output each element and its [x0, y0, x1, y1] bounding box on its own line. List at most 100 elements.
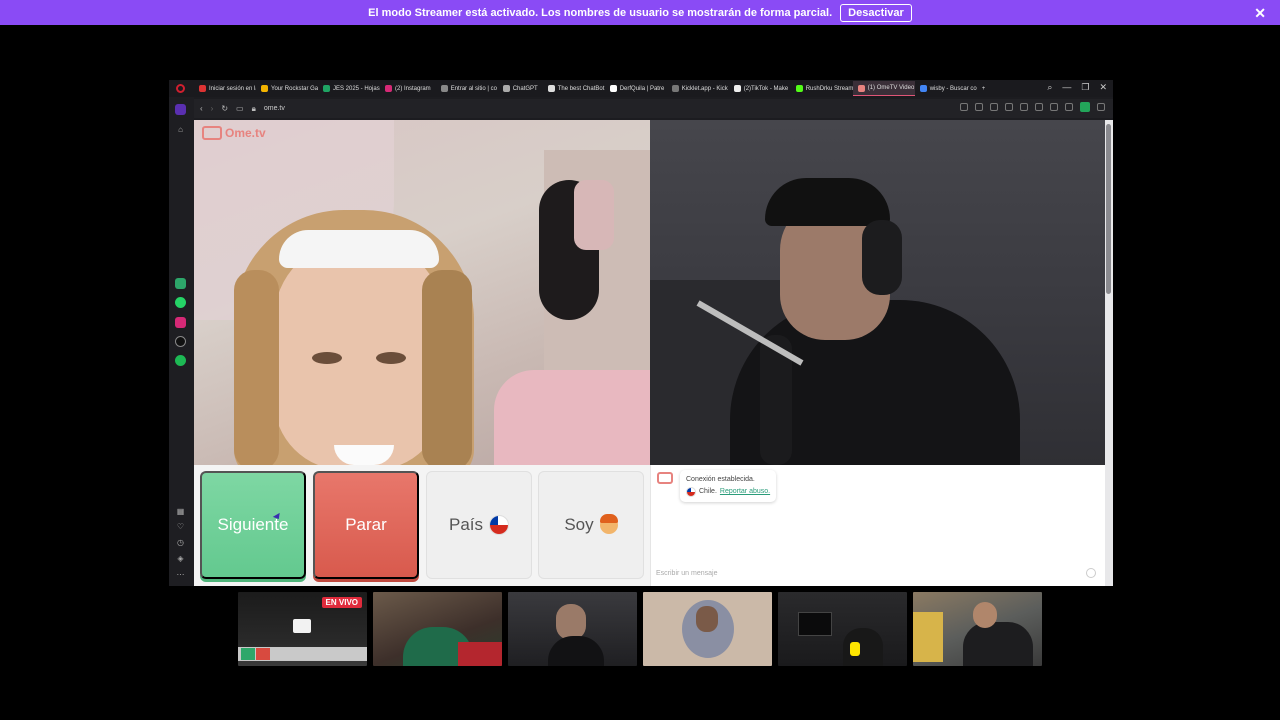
tab-label: Your Rockstar Ga [271, 85, 318, 92]
stop-button[interactable]: Parar [313, 471, 419, 579]
whatsapp-icon[interactable] [175, 297, 186, 308]
page-scrollbar[interactable] [1105, 120, 1113, 586]
tab-label: Iniciar sesión en la [209, 85, 256, 92]
close-icon[interactable]: ✕ [1254, 5, 1266, 22]
thumbnail-4[interactable] [643, 592, 772, 666]
chat-input-placeholder: Escribir un mensaje [656, 569, 718, 577]
tab-label: The best ChatBot [557, 85, 605, 92]
browser-tab[interactable]: (2)TikTok - Make [729, 81, 791, 96]
ometv-logo: Ome.tv [202, 126, 266, 140]
browser-tab[interactable]: The best ChatBot [543, 81, 605, 96]
tab-label: JES 2025 - Hojas [333, 85, 380, 92]
thumbnail-2[interactable] [373, 592, 502, 666]
self-video [650, 120, 1105, 465]
new-tab-button[interactable]: + [977, 81, 991, 96]
scrollbar-thumb[interactable] [1106, 124, 1111, 294]
play-icon[interactable] [1020, 103, 1028, 111]
emoji-icon[interactable] [1086, 568, 1096, 578]
tiktok-icon[interactable] [175, 336, 186, 347]
instagram-icon[interactable] [175, 317, 186, 328]
tab-favicon-icon [919, 85, 927, 92]
apps-icon[interactable]: ▦ [175, 506, 186, 517]
browser-tab[interactable]: (1) OmeTV Video Chat [852, 81, 915, 96]
history-icon[interactable]: ◷ [175, 537, 186, 548]
thumbnail-3[interactable] [508, 592, 637, 666]
browser-sidebar: ⌂ ▦ ♡ ◷ ◈ ⋯ [169, 97, 194, 586]
browser-tab[interactable]: DerfQuila | Patre [605, 81, 667, 96]
ometv-logo-icon [202, 126, 222, 140]
lock-icon: 🔒︎ [251, 103, 256, 113]
browser-tab[interactable]: (2) Instagram [380, 81, 436, 96]
opera-logo-icon[interactable] [176, 84, 185, 93]
forward-icon[interactable]: › [211, 104, 214, 113]
browser-tab[interactable]: Entrar al sitio | co [436, 81, 498, 96]
vpn-icon[interactable] [990, 103, 998, 111]
streamer-mode-banner: El modo Streamer está activado. Los nomb… [0, 0, 1280, 25]
tab-label: RushDrku Stream [805, 85, 853, 92]
back-icon[interactable]: ‹ [200, 104, 203, 113]
chat-input[interactable]: Escribir un mensaje [656, 567, 1096, 579]
restore-icon[interactable]: ❐ [1081, 82, 1089, 93]
spotify-icon[interactable] [175, 355, 186, 366]
tab-favicon-icon [857, 84, 865, 92]
tab-favicon-icon [795, 85, 803, 92]
tab-label: DerfQuila | Patre [619, 85, 665, 92]
browser-tab[interactable]: RushDrku Stream [791, 81, 853, 96]
url-field[interactable]: ome.tv [264, 105, 285, 112]
browser-tab[interactable]: Your Rockstar Ga [256, 81, 318, 96]
cube-icon[interactable]: ◈ [175, 553, 186, 564]
gender-button[interactable]: Soy [538, 471, 644, 579]
shield-icon[interactable] [1005, 103, 1013, 111]
ometv-page: Ome.tv Siguiente Parar País Soy Conexión… [194, 120, 1113, 586]
report-abuse-link[interactable]: Reportar abuso. [720, 486, 770, 498]
chile-flag-small-icon [686, 487, 696, 497]
minimize-icon[interactable]: — [1062, 82, 1071, 93]
next-button[interactable]: Siguiente [200, 471, 306, 579]
tab-favicon-icon [547, 85, 555, 92]
tab-view-icon[interactable]: ▭ [236, 104, 244, 113]
country-button[interactable]: País [426, 471, 532, 579]
tab-label: wisby - Buscar co [929, 85, 977, 92]
tab-label: Kicklet.app - Kick [681, 85, 728, 92]
thumbnail-5[interactable] [778, 592, 907, 666]
browser-tab[interactable]: wisby - Buscar co [915, 81, 977, 96]
home-icon[interactable]: ⌂ [175, 124, 186, 135]
tab-favicon-icon [440, 85, 448, 92]
more-icon[interactable]: ⋯ [175, 569, 186, 580]
profile-avatar[interactable] [1080, 102, 1090, 112]
heart-icon[interactable]: ♡ [175, 521, 186, 532]
browser-tab[interactable]: ChatGPT [498, 81, 543, 96]
search-icon[interactable]: ⌕ [1047, 82, 1052, 93]
country-button-label: País [448, 515, 484, 534]
chat-ometv-icon [657, 472, 673, 484]
browser-tab[interactable]: JES 2025 - Hojas [318, 81, 380, 96]
window-close-icon[interactable]: ✕ [1099, 82, 1107, 93]
sheets-icon[interactable] [175, 278, 186, 289]
tab-favicon-icon [733, 85, 741, 92]
tab-favicon-icon [323, 85, 330, 92]
chile-flag-icon [489, 515, 510, 535]
thumbnail-6[interactable] [913, 592, 1042, 666]
stop-button-label: Parar [345, 515, 387, 534]
tab-favicon-icon [502, 85, 510, 92]
tab-favicon-icon [609, 85, 617, 92]
disable-streamer-mode-button[interactable]: Desactivar [840, 3, 912, 22]
extensions-icon[interactable] [1097, 103, 1105, 111]
thumbnail-strip: EN VIVO [238, 592, 1042, 666]
camera-icon[interactable] [975, 103, 983, 111]
browser-tab[interactable]: Iniciar sesión en la [194, 81, 256, 96]
download-icon[interactable] [1050, 103, 1058, 111]
window-controls: ⌕ — ❐ ✕ [1047, 82, 1107, 93]
reload-icon[interactable]: ↻ [221, 104, 228, 113]
home-workspace-icon[interactable] [175, 104, 186, 115]
menu-icon[interactable] [1065, 103, 1073, 111]
browser-tab[interactable]: Kicklet.app - Kick [667, 81, 729, 96]
tab-label: (1) OmeTV Video Chat [867, 85, 915, 91]
tab-label: (2) Instagram [395, 85, 431, 92]
tab-label: (2)TikTok - Make [743, 85, 789, 92]
ometv-logo-text: Ome.tv [225, 126, 266, 140]
screenshot-icon[interactable] [960, 103, 968, 111]
heart-toolbar-icon[interactable] [1035, 103, 1043, 111]
live-badge: EN VIVO [321, 597, 362, 608]
thumbnail-live[interactable]: EN VIVO [238, 592, 367, 666]
